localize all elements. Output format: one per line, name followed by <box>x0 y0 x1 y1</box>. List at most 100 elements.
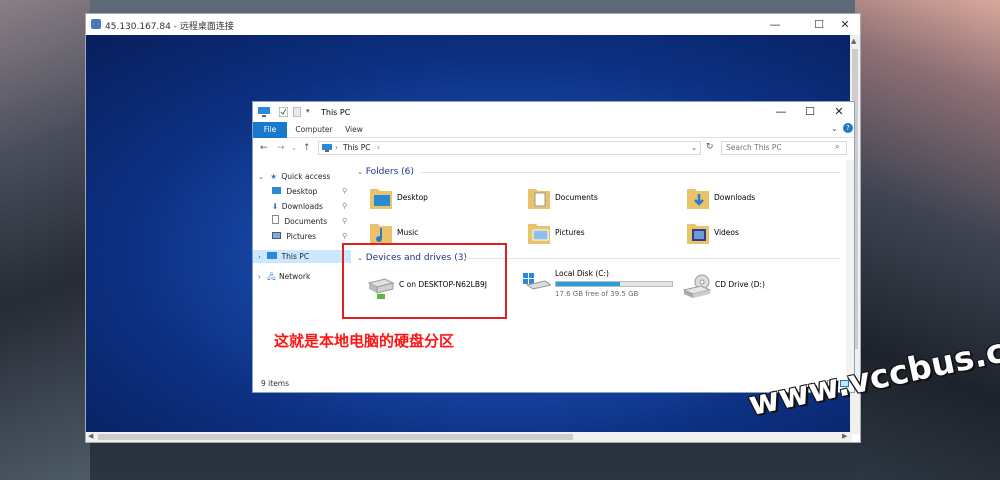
videos-folder-icon <box>687 224 709 244</box>
desktop-folder-icon <box>370 189 392 209</box>
local-disk-icon <box>523 273 551 290</box>
help-icon[interactable]: ? <box>843 123 853 133</box>
drive-label: CD Drive (D:) <box>715 280 765 289</box>
remote-desktop-titlebar: 45.130.167.84 - 远程桌面连接 — ☐ ✕ <box>86 14 860 35</box>
folder-tile-desktop[interactable]: Desktop <box>369 185 519 215</box>
nav-item-documents[interactable]: Documents ⚲ <box>272 215 353 228</box>
desktop-background-left <box>0 0 90 480</box>
computer-icon <box>267 252 278 259</box>
downloads-folder-icon <box>687 189 709 209</box>
folder-label: Desktop <box>397 193 428 202</box>
pin-icon[interactable]: ⚲ <box>342 185 347 198</box>
remote-minimize-button[interactable]: — <box>760 16 790 33</box>
drive-tile-cd-d[interactable]: CD Drive (D:) <box>683 274 833 304</box>
explorer-maximize-button[interactable]: ☐ <box>796 104 824 120</box>
nav-item-downloads[interactable]: ⬇ Downloads ⚲ <box>272 200 353 213</box>
remote-close-button[interactable]: ✕ <box>830 16 860 33</box>
folder-tile-pictures[interactable]: Pictures <box>527 220 677 250</box>
nav-item-quick-access[interactable]: ⌄ ★ Quick access <box>258 170 353 183</box>
ribbon-tabs: File Computer View ⌄ ? <box>253 122 854 138</box>
nav-label: This PC <box>281 252 310 261</box>
network-icon: 🖧 <box>267 272 276 281</box>
quick-access-dropdown-icon[interactable]: ▾ <box>306 107 310 115</box>
folders-header-text: Folders (6) <box>365 167 414 177</box>
breadcrumb-separator-icon: › <box>335 143 338 152</box>
collapse-chevron-icon[interactable]: › <box>258 273 261 281</box>
folder-tile-downloads[interactable]: Downloads <box>686 185 836 215</box>
pin-icon[interactable]: ⚲ <box>342 200 347 213</box>
nav-label: Quick access <box>281 172 331 181</box>
explorer-title: This PC <box>321 108 351 117</box>
tab-view[interactable]: View <box>341 122 367 138</box>
documents-folder-icon <box>528 189 550 209</box>
nav-item-desktop[interactable]: Desktop ⚲ <box>272 185 353 198</box>
star-icon: ★ <box>270 172 277 181</box>
refresh-icon[interactable]: ↻ <box>706 142 714 152</box>
properties-icon[interactable] <box>279 107 288 117</box>
remote-desktop-title: 45.130.167.84 - 远程桌面连接 <box>105 22 234 32</box>
up-arrow-icon[interactable]: ↑ <box>303 143 311 153</box>
nav-label: Network <box>278 272 311 281</box>
tab-file[interactable]: File <box>253 122 287 138</box>
nav-item-pictures[interactable]: Pictures ⚲ <box>272 230 353 243</box>
drive-label: Local Disk (C:) <box>555 269 609 278</box>
address-row: ← → ⌄ ↑ › This PC › ⌄ ↻ Search This PC ⌕ <box>253 139 854 158</box>
desktop-icon <box>272 187 281 194</box>
drive-tile-local-c[interactable]: Local Disk (C:) 17.6 GB free of 39.5 GB <box>523 267 683 303</box>
nav-label: Documents <box>284 217 328 226</box>
nav-label: Desktop <box>286 187 318 196</box>
group-collapse-icon[interactable]: ⌄ <box>357 168 363 176</box>
disk-usage-fill <box>556 282 620 286</box>
folder-label: Pictures <box>555 228 585 237</box>
address-dropdown-icon[interactable]: ⌄ <box>691 142 697 154</box>
address-text[interactable]: This PC <box>343 142 370 154</box>
remote-horizontal-scrollbar[interactable]: ◀ ▶ <box>86 432 852 442</box>
scroll-up-icon[interactable]: ▲ <box>851 37 856 45</box>
folder-tile-videos[interactable]: Videos <box>686 220 836 250</box>
search-input[interactable]: Search This PC <box>721 141 847 155</box>
pin-icon[interactable]: ⚲ <box>342 230 347 243</box>
explorer-minimize-button[interactable]: — <box>767 104 795 120</box>
new-folder-icon[interactable] <box>293 107 301 117</box>
explorer-titlebar: ▾ This PC — ☐ ✕ <box>253 102 854 122</box>
folder-tile-documents[interactable]: Documents <box>527 185 677 215</box>
group-divider <box>465 258 841 259</box>
this-pc-icon <box>322 144 332 152</box>
forward-arrow-icon[interactable]: → <box>277 143 285 153</box>
folder-label: Videos <box>714 228 739 237</box>
remote-desktop-icon <box>91 19 101 29</box>
explorer-vertical-scrollbar[interactable] <box>846 160 854 378</box>
search-icon[interactable]: ⌕ <box>835 142 839 152</box>
remote-horizontal-scroll-thumb[interactable] <box>98 434 573 440</box>
expand-chevron-icon[interactable]: ⌄ <box>258 173 264 181</box>
annotation-highlight-box <box>342 243 507 319</box>
nav-label: Downloads <box>281 202 323 211</box>
nav-item-this-pc[interactable]: › This PC <box>253 250 351 263</box>
download-arrow-icon: ⬇ <box>272 202 279 211</box>
folder-label: Documents <box>555 193 598 202</box>
scroll-left-icon[interactable]: ◀ <box>88 432 93 440</box>
tab-computer[interactable]: Computer <box>293 122 335 138</box>
nav-item-network[interactable]: › 🖧 Network <box>258 270 353 283</box>
address-bar[interactable]: › This PC › ⌄ <box>318 141 701 155</box>
explorer-close-button[interactable]: ✕ <box>825 104 853 120</box>
picture-icon <box>272 232 281 239</box>
breadcrumb-chevron-icon[interactable]: › <box>377 142 380 154</box>
scroll-right-icon[interactable]: ▶ <box>842 432 847 440</box>
folder-label: Music <box>397 228 419 237</box>
recent-locations-icon[interactable]: ⌄ <box>291 144 297 152</box>
group-divider <box>421 172 841 173</box>
pin-icon[interactable]: ⚲ <box>342 215 347 228</box>
ribbon-expand-icon[interactable]: ⌄ <box>831 124 838 133</box>
document-icon <box>272 215 279 224</box>
back-arrow-icon[interactable]: ← <box>260 143 268 153</box>
monitor-icon <box>258 107 270 117</box>
annotation-text: 这就是本地电脑的硬盘分区 <box>274 332 455 350</box>
item-count: 9 items <box>261 379 290 388</box>
collapse-chevron-icon[interactable]: › <box>258 253 261 261</box>
desktop-background-right <box>855 0 1000 480</box>
cd-drive-icon <box>683 274 711 298</box>
folder-label: Downloads <box>714 193 756 202</box>
drive-free-space: 17.6 GB free of 39.5 GB <box>555 290 639 298</box>
folders-group-header[interactable]: ⌄ Folders (6) <box>357 167 414 177</box>
